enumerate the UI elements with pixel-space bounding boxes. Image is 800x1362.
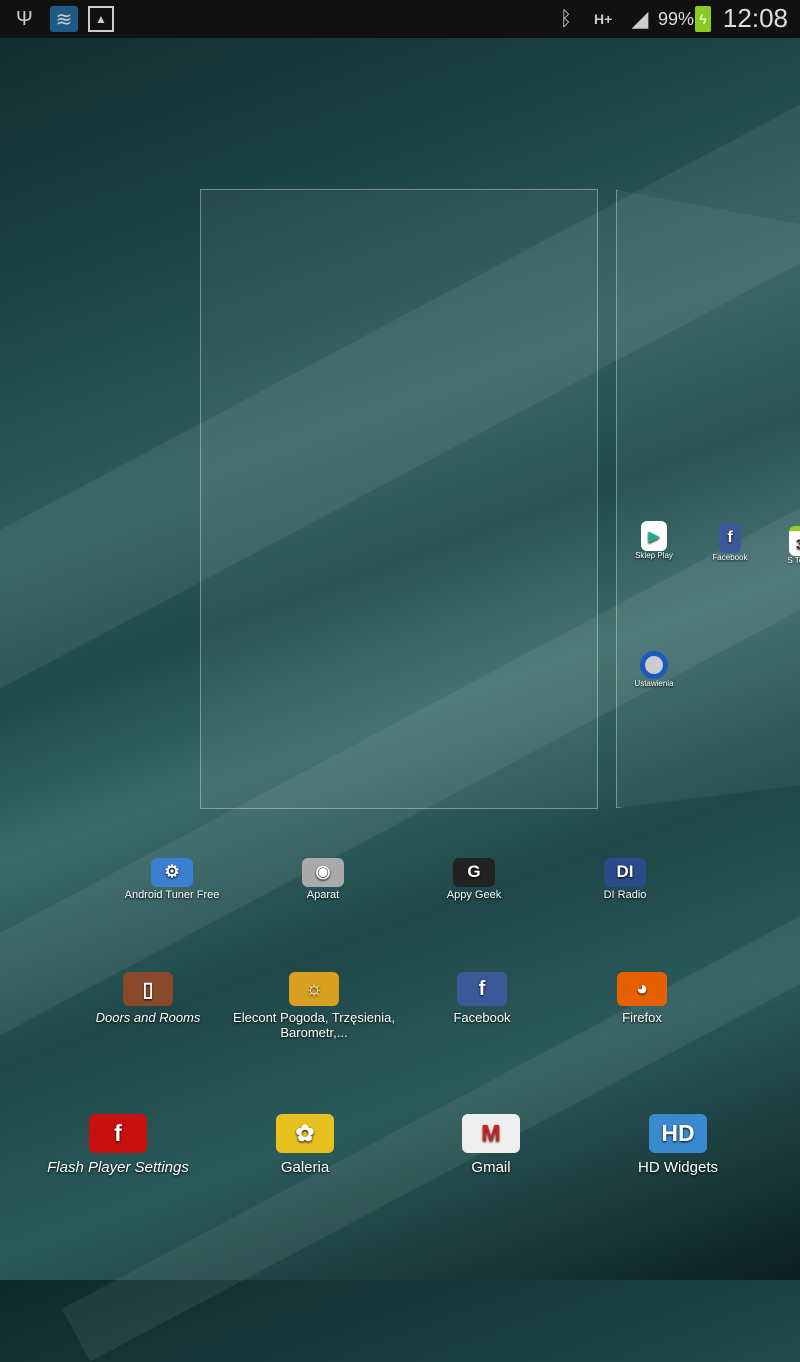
app-label: Elecont Pogoda, Trzęsienia, Barometr,... — [233, 1010, 395, 1040]
app-icon: DI — [603, 858, 647, 887]
app-icon: ◉ — [301, 858, 345, 887]
network-type-icon: H+ — [594, 11, 613, 27]
app-label: Gmail — [471, 1159, 511, 1177]
app-facebook-mini[interactable]: f Facebook — [707, 523, 753, 562]
app-label: Aparat — [306, 888, 340, 901]
battery-charging-icon: ϟ — [695, 6, 711, 32]
app-aparat[interactable]: ◉ Aparat — [253, 858, 393, 901]
home-page-preview[interactable]: ▶ Sklep Play f Facebook 3 S Term Ustawie… — [616, 190, 800, 808]
calendar-icon: 3 — [789, 526, 800, 556]
app-label: Doors and Rooms — [95, 1010, 201, 1025]
app-galeria[interactable]: ✿ Galeria — [210, 1114, 400, 1176]
app-flash[interactable]: f Flash Player Settings — [23, 1114, 213, 1176]
app-icon: f — [457, 972, 507, 1006]
wifi-icon: ≋ — [50, 6, 78, 32]
app-icon: ✿ — [276, 1114, 334, 1154]
app-label: Android Tuner Free — [124, 888, 220, 901]
app-sklep-play[interactable]: ▶ Sklep Play — [631, 521, 677, 560]
app-label: Galeria — [280, 1159, 330, 1177]
app-label: Facebook — [453, 1010, 511, 1025]
app-facebook[interactable]: f Facebook — [400, 972, 565, 1025]
bluetooth-icon: ᛒ — [560, 7, 572, 30]
app-android[interactable]: ⚙ Android Tuner Free — [102, 858, 242, 901]
app-label: Appy Geek — [446, 888, 502, 901]
app-s-term[interactable]: 3 S Term — [777, 526, 800, 565]
app-label: Firefox — [622, 1010, 662, 1025]
battery-percent: 99% — [658, 9, 695, 29]
app-icon: HD — [649, 1114, 707, 1154]
gallery-icon: ▲ — [88, 6, 114, 32]
app-icon: M — [462, 1114, 520, 1154]
clock: 12:08 — [722, 3, 788, 33]
app-icon: f — [89, 1114, 147, 1154]
app-hd[interactable]: HD HD Widgets — [583, 1114, 773, 1176]
status-bar: Ψ ≋ ▲ ᛒ H+ ◢ 99% ϟ 12:08 — [0, 0, 800, 38]
app-icon: G — [452, 858, 496, 887]
usb-icon: Ψ — [16, 7, 33, 30]
app-firefox[interactable]: ◕ Firefox — [560, 972, 725, 1025]
play-store-icon: ▶ — [641, 521, 667, 551]
settings-icon — [640, 651, 668, 679]
app-label: DI Radio — [603, 888, 647, 901]
app-label: HD Widgets — [637, 1159, 719, 1177]
app-doors[interactable]: ▯ Doors and Rooms — [66, 972, 231, 1025]
signal-icon: ◢ — [631, 6, 649, 31]
app-icon: ▯ — [123, 972, 173, 1006]
app-elecont[interactable]: ☼ Elecont Pogoda, Trzęsienia, Barometr,..… — [232, 972, 397, 1040]
facebook-icon: f — [719, 523, 741, 553]
app-icon: ☼ — [289, 972, 339, 1006]
home-page-preview-empty[interactable] — [200, 189, 598, 809]
app-label: Flash Player Settings — [47, 1159, 189, 1177]
app-di[interactable]: DI DI Radio — [555, 858, 695, 901]
app-icon: ⚙ — [150, 858, 194, 887]
app-icon: ◕ — [617, 972, 667, 1006]
app-appy[interactable]: G Appy Geek — [404, 858, 544, 901]
app-gmail[interactable]: M Gmail — [396, 1114, 586, 1176]
app-ustawienia[interactable]: Ustawienia — [631, 651, 677, 688]
